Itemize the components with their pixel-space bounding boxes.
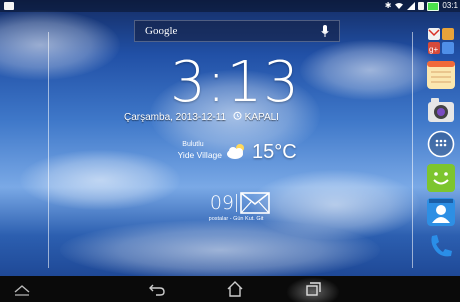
notes-icon[interactable]: [427, 61, 455, 89]
envelope-icon[interactable]: [240, 192, 270, 214]
all-apps-icon[interactable]: [427, 130, 455, 158]
phone-icon[interactable]: [427, 232, 455, 260]
mail-caption: postalar - Gün Kut. Git: [208, 216, 264, 222]
status-bar: ✱ 03:1: [0, 0, 460, 12]
back-icon[interactable]: [147, 280, 167, 298]
screenshot-notification-icon[interactable]: [4, 2, 14, 10]
recent-apps-icon[interactable]: [303, 280, 323, 298]
battery-icon: [427, 1, 440, 11]
collapse-icon[interactable]: [12, 280, 32, 298]
google-search-bar[interactable]: Google: [134, 20, 340, 42]
messaging-icon[interactable]: [427, 164, 455, 192]
mail-count[interactable]: 09: [200, 191, 234, 215]
weather-location[interactable]: Yide Village: [150, 149, 222, 161]
page-divider-right: [412, 32, 413, 268]
alarm-icon: [233, 111, 242, 120]
svg-text:g+: g+: [429, 45, 438, 54]
clock-time[interactable]: 3:13: [160, 52, 310, 114]
mail-separator: [236, 194, 237, 212]
home-screen: ✱ 03:1 Google 3:13 Çarşamba, 2013-12-11: [0, 0, 460, 302]
google-search-label: Google: [145, 25, 178, 37]
signal-icon: [407, 2, 416, 10]
wifi-icon: [395, 3, 404, 9]
alarm-status: KAPALI: [244, 112, 279, 123]
microphone-icon[interactable]: [321, 25, 329, 38]
date-line: Çarşamba, 2013-12-11 KAPALI: [124, 111, 354, 125]
camera-icon[interactable]: [427, 96, 455, 124]
email-google-icon[interactable]: g+: [427, 27, 455, 55]
bluetooth-icon: ✱: [384, 1, 392, 10]
sim-icon: [418, 2, 425, 10]
contacts-icon[interactable]: [427, 198, 455, 226]
weather-temperature[interactable]: 15°C: [252, 139, 312, 165]
status-time: 03:1: [442, 1, 458, 10]
page-divider-left: [48, 32, 49, 268]
date-text: Çarşamba, 2013-12-11: [124, 112, 227, 123]
cloud-sun-icon: [227, 144, 244, 159]
home-icon[interactable]: [225, 280, 245, 298]
